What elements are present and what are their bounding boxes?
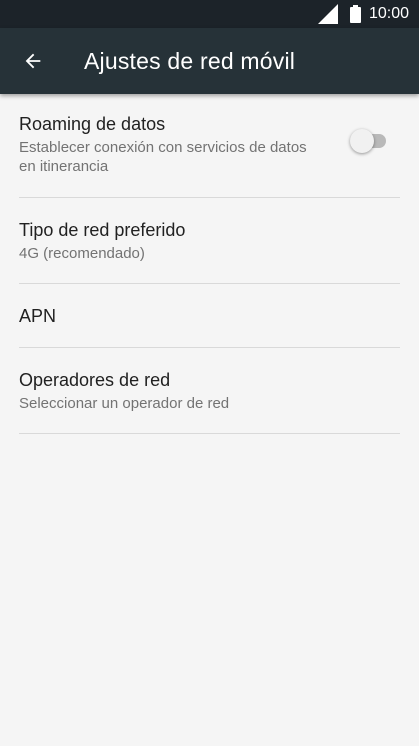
- back-button[interactable]: [6, 34, 60, 88]
- toggle-thumb: [350, 128, 374, 153]
- setting-text: Tipo de red preferido 4G (recomendado): [19, 218, 185, 263]
- setting-item-roaming[interactable]: Roaming de datos Establecer conexión con…: [19, 94, 400, 198]
- setting-subtitle: Seleccionar un operador de red: [19, 395, 230, 412]
- setting-subtitle: Establecer conexión con servicios de dat…: [19, 138, 307, 175]
- setting-text: Operadores de red Seleccionar un operado…: [19, 368, 229, 413]
- status-bar: 10:00: [0, 0, 419, 28]
- settings-list: Roaming de datos Establecer conexión con…: [0, 94, 419, 434]
- setting-item-network-operators[interactable]: Operadores de red Seleccionar un operado…: [19, 348, 400, 434]
- setting-subtitle: 4G (recomendado): [19, 245, 145, 262]
- cell-signal-icon: [317, 4, 338, 24]
- setting-title: Operadores de red: [19, 370, 171, 390]
- setting-title: Tipo de red preferido: [19, 220, 186, 240]
- setting-title: Roaming de datos: [19, 113, 166, 134]
- status-time: 10:00: [368, 5, 409, 22]
- page-title: Ajustes de red móvil: [84, 47, 296, 74]
- arrow-back-icon: [25, 53, 41, 69]
- setting-item-network-type[interactable]: Tipo de red preferido 4G (recomendado): [19, 198, 400, 284]
- setting-title: APN: [19, 305, 57, 326]
- app-bar: Ajustes de red móvil: [0, 28, 419, 94]
- roaming-toggle[interactable]: [350, 128, 390, 153]
- setting-text: APN: [19, 304, 56, 328]
- setting-item-apn[interactable]: APN: [19, 284, 400, 348]
- setting-text: Roaming de datos Establecer conexión con…: [19, 112, 309, 176]
- battery-icon: [349, 5, 361, 23]
